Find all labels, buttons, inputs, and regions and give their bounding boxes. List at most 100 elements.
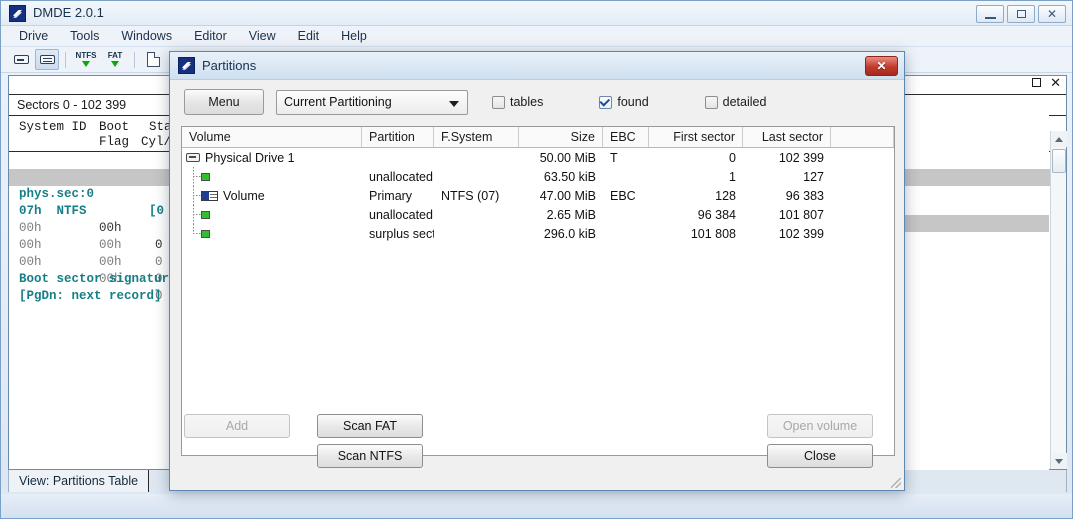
maximize-button[interactable] [1007, 5, 1035, 23]
partitions-dialog: Partitions ✕ Menu Current Partitioning t… [169, 51, 905, 491]
column-header-last-sector[interactable]: Last sector [743, 127, 831, 147]
menu-item-drive[interactable]: Drive [9, 26, 58, 46]
toolbar-separator-2 [134, 51, 135, 68]
table-row[interactable]: Volume Primary NTFS (07) 47.00 MiB EBC 1… [182, 186, 894, 205]
menu-button[interactable]: Menu [184, 89, 264, 115]
app-title: DMDE 2.0.1 [33, 5, 104, 20]
next-record-hint: [PgDn: next record] [19, 289, 162, 303]
row-volume-cell [182, 205, 362, 224]
checkbox-tables-box[interactable] [492, 95, 505, 109]
row-partition-cell: unallocated [369, 169, 433, 184]
column-header-fsystem[interactable]: F.System [434, 127, 519, 147]
row-ebc-cell: EBC [610, 188, 636, 203]
green-square-icon [201, 230, 210, 238]
partitions-list: Volume Partition F.System Size EBC First… [181, 126, 895, 456]
row-partition-cell: unallocated [369, 207, 433, 222]
checkbox-detailed[interactable]: detailed [704, 95, 767, 109]
row-partition-cell: surplus sectors [369, 226, 434, 241]
partitioning-select[interactable]: Current Partitioning [276, 89, 468, 115]
partitions-list-rows: Physical Drive 1 50.00 MiB T 0 102 399 u… [182, 148, 894, 243]
column-system-id: System ID [19, 120, 87, 134]
fat-play-icon: FAT [103, 49, 127, 71]
menu-item-tools[interactable]: Tools [60, 26, 109, 46]
application-window: DMDE 2.0.1 ✕ Drive Tools Windows Editor … [0, 0, 1073, 519]
checkbox-detailed-label: detailed [722, 95, 767, 109]
row-last-sector-cell: 127 [803, 169, 824, 184]
row-size-cell: 2.65 MiB [546, 207, 596, 222]
row-volume-cell [182, 224, 362, 243]
fat-scan-button[interactable]: FAT [102, 49, 128, 70]
close-dialog-button[interactable]: Close [767, 444, 873, 468]
add-button[interactable]: Add [184, 414, 290, 438]
open-volume-button[interactable]: Open volume [767, 414, 873, 438]
row-last-sector-cell: 96 383 [785, 188, 824, 203]
dialog-close-button[interactable]: ✕ [865, 56, 898, 76]
row-size-cell: 63.50 kiB [543, 169, 596, 184]
column-header-ebc[interactable]: EBC [603, 127, 649, 147]
row-partition-cell: Primary [369, 188, 413, 203]
table-row[interactable]: surplus sectors 296.0 kiB 101 808 102 39… [182, 224, 894, 243]
vertical-scrollbar[interactable] [1050, 131, 1067, 469]
menu-item-windows[interactable]: Windows [111, 26, 182, 46]
fat-label: FAT [107, 51, 123, 60]
row-partition-cell [362, 148, 434, 167]
row-size-cell: 47.00 MiB [539, 188, 596, 203]
logical-volume-button[interactable] [35, 49, 59, 70]
volume-stack-icon [39, 55, 55, 64]
close-button[interactable]: ✕ [1038, 5, 1066, 23]
menu-item-editor[interactable]: Editor [184, 26, 237, 46]
column-header-first-sector[interactable]: First sector [649, 127, 743, 147]
chevron-down-icon [449, 100, 459, 107]
dmde-logo-icon [9, 5, 26, 22]
scan-fat-button[interactable]: Scan FAT [317, 414, 423, 438]
ntfs-scan-button[interactable]: NTFS [72, 49, 100, 70]
close-icon[interactable]: ✕ [1050, 76, 1061, 89]
minimize-button[interactable] [976, 5, 1004, 23]
column-boot-flag: Flag [99, 135, 130, 149]
ntfs-play-icon: NTFS [73, 49, 99, 71]
table-row[interactable]: Physical Drive 1 50.00 MiB T 0 102 399 [182, 148, 894, 167]
dialog-toolbar: Menu Current Partitioning tables found d… [170, 80, 904, 124]
checkbox-found-label: found [617, 95, 649, 109]
row-size-cell: 50.00 MiB [539, 150, 596, 165]
table-row[interactable]: unallocated 63.50 kiB 1 127 [182, 167, 894, 186]
scrollbar-thumb[interactable] [1052, 149, 1066, 173]
row-first-sector-cell: 1 [729, 169, 736, 184]
restore-icon[interactable] [1032, 78, 1042, 87]
window-controls: ✕ [976, 5, 1066, 23]
column-header-spare[interactable] [831, 127, 894, 147]
row-fsystem-cell [434, 167, 519, 186]
row-volume-label: Volume [223, 188, 265, 203]
table-row[interactable]: unallocated 2.65 MiB 96 384 101 807 [182, 205, 894, 224]
row-ebc-cell [603, 167, 649, 186]
row-fsystem-cell [434, 148, 519, 167]
row-first-sector-cell: 96 384 [697, 207, 736, 222]
resize-grip[interactable] [891, 478, 901, 488]
column-header-volume[interactable]: Volume [182, 127, 362, 147]
physical-drive-button[interactable] [9, 49, 33, 70]
menu-item-edit[interactable]: Edit [288, 26, 330, 46]
checkbox-found[interactable]: found [599, 95, 649, 109]
document-arrow-icon [146, 52, 160, 67]
row-last-sector-cell: 102 399 [778, 150, 824, 165]
row-volume-cell [182, 167, 362, 186]
row-first-sector-cell: 101 808 [690, 226, 736, 241]
column-header-size[interactable]: Size [519, 127, 603, 147]
checkbox-found-box[interactable] [599, 95, 613, 109]
menu-item-view[interactable]: View [239, 26, 286, 46]
row-volume-label: Physical Drive 1 [205, 150, 295, 165]
ntfs-label: NTFS [75, 51, 97, 60]
row-last-sector-cell: 102 399 [778, 226, 824, 241]
menu-item-help[interactable]: Help [331, 26, 377, 46]
scroll-down-button[interactable] [1051, 453, 1067, 469]
row-fsystem-cell [434, 224, 519, 243]
scan-ntfs-button[interactable]: Scan NTFS [317, 444, 423, 468]
checkbox-detailed-box[interactable] [704, 95, 718, 109]
column-header-partition[interactable]: Partition [362, 127, 434, 147]
open-file-button[interactable] [141, 49, 165, 70]
scroll-up-button[interactable] [1051, 131, 1067, 147]
dmde-logo-icon [178, 57, 195, 74]
row-fsystem-cell: NTFS (07) [441, 188, 500, 203]
title-bar: DMDE 2.0.1 ✕ [1, 1, 1072, 26]
checkbox-tables[interactable]: tables [492, 95, 543, 109]
